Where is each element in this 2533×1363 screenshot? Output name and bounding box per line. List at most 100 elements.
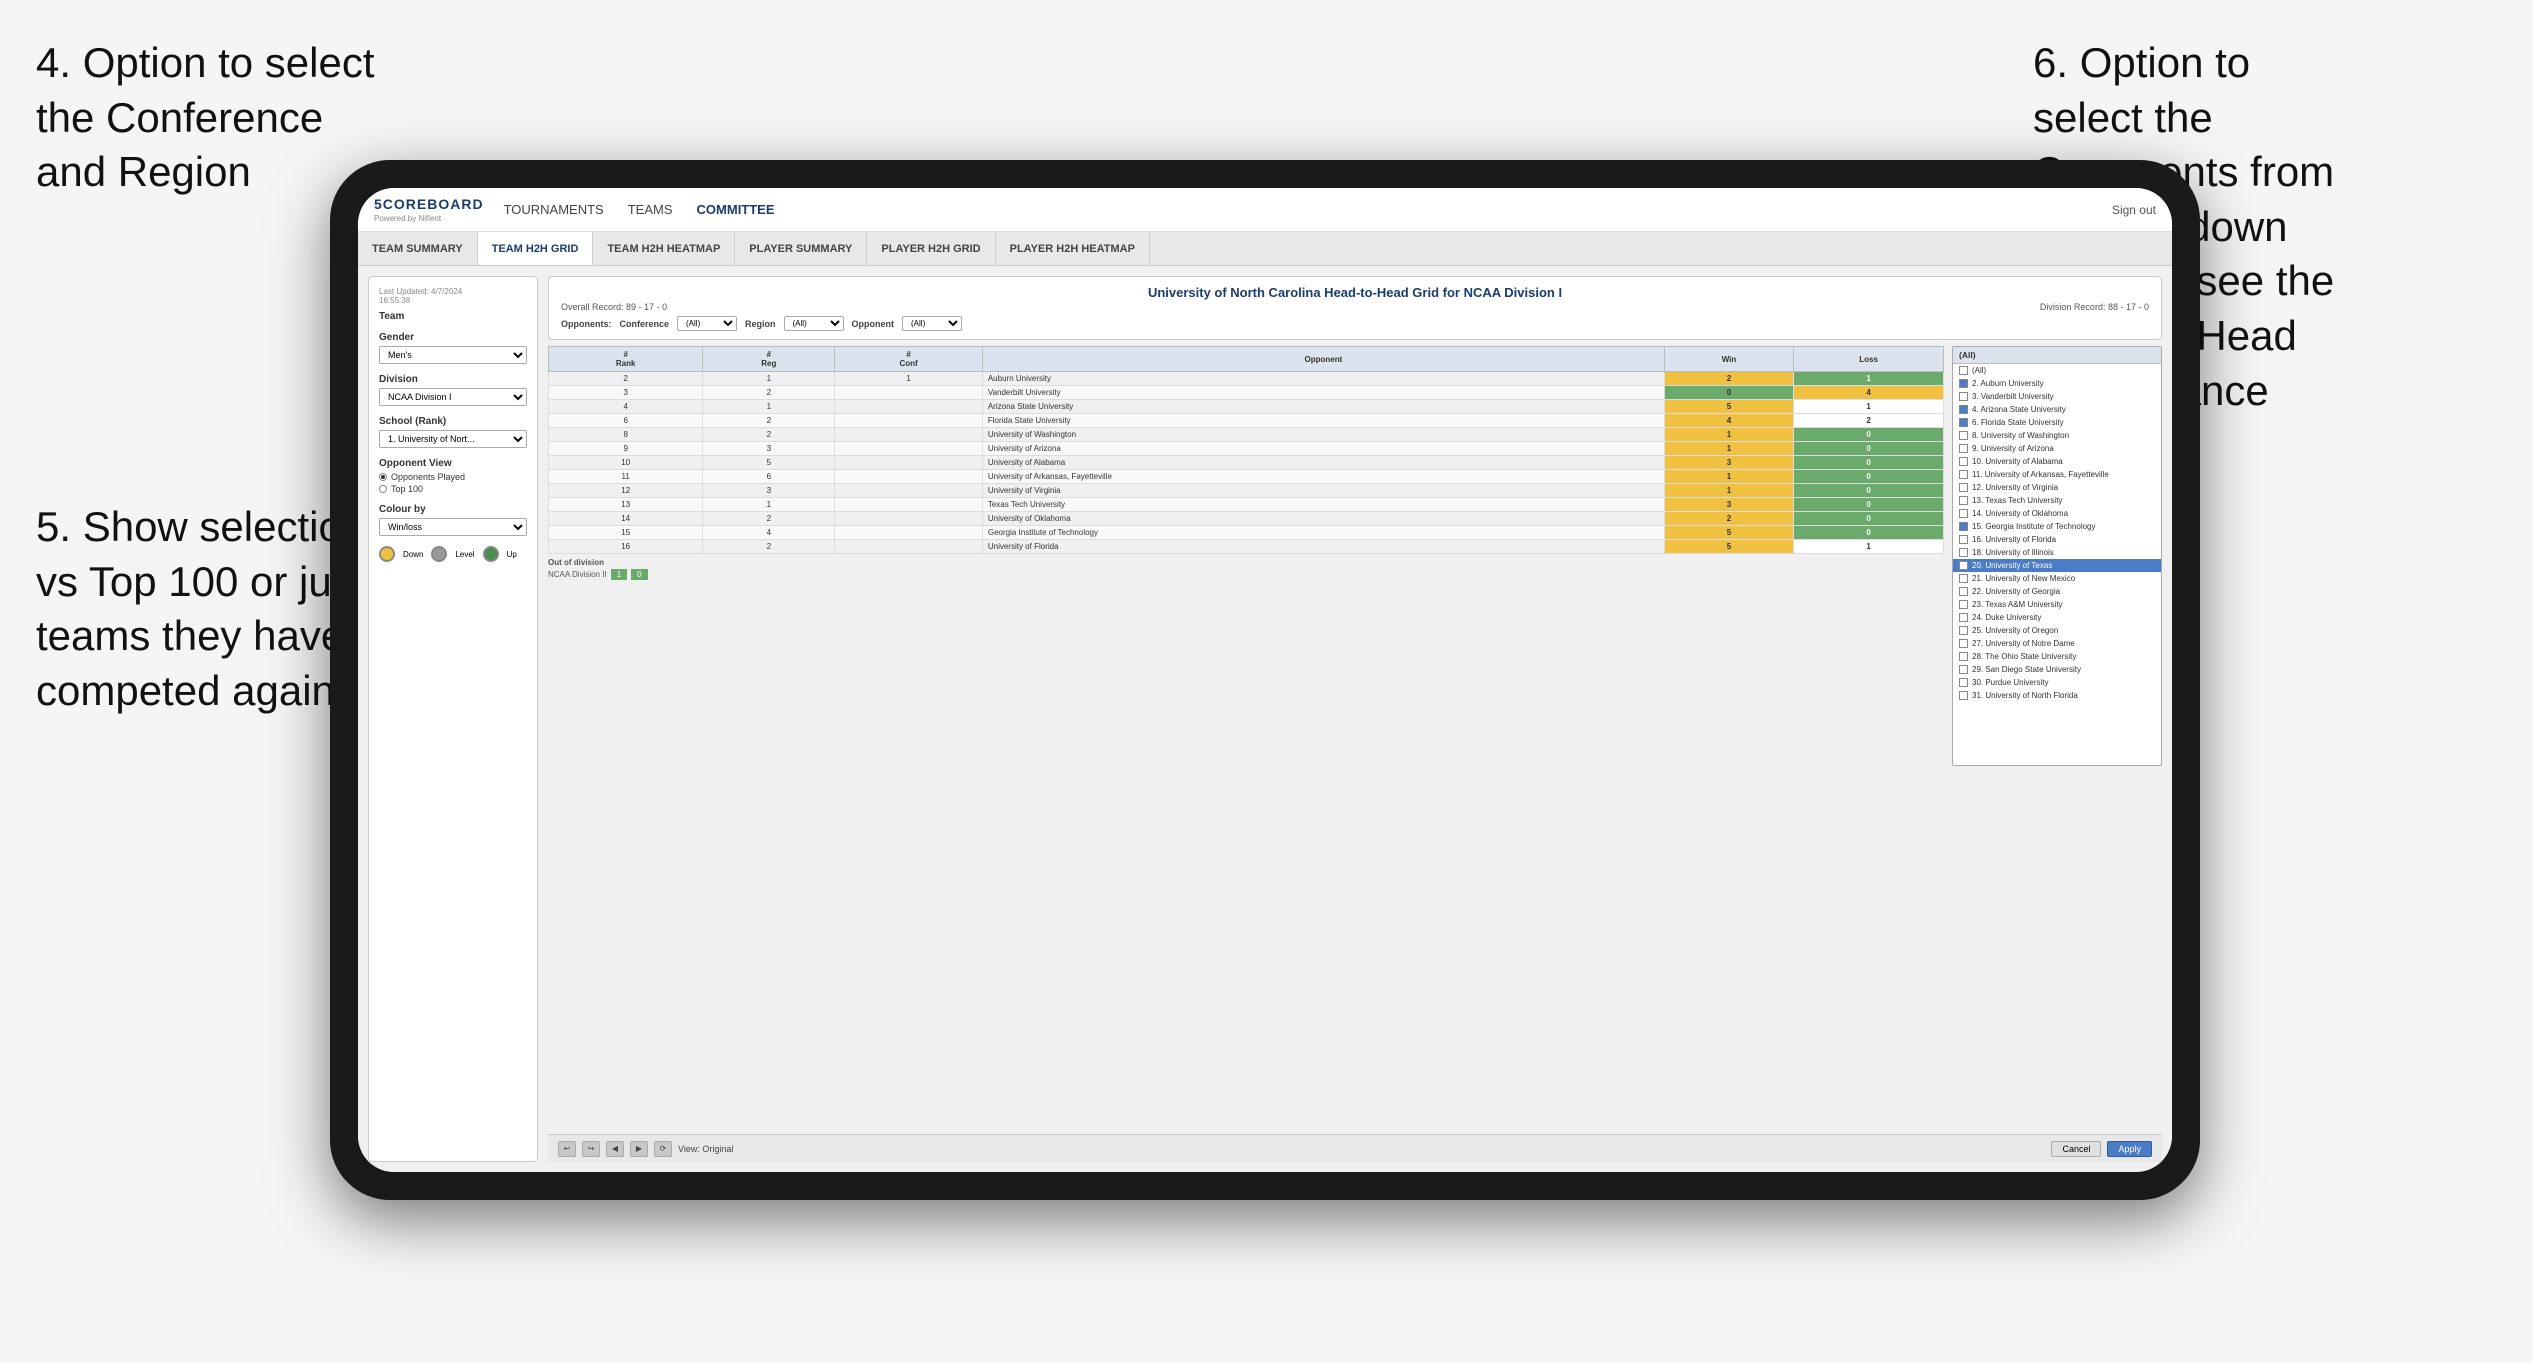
subnav-player-h2h-heatmap[interactable]: PLAYER H2H HEATMAP (996, 232, 1150, 265)
dropdown-item[interactable]: 31. University of North Florida (1953, 689, 2161, 702)
cell-rank: 8 (549, 428, 703, 442)
region-select[interactable]: (All) (784, 316, 844, 331)
forward-button[interactable]: ▶ (630, 1141, 648, 1157)
page-title: University of North Carolina Head-to-Hea… (561, 285, 2149, 300)
dropdown-item[interactable]: 27. University of Notre Dame (1953, 637, 2161, 650)
cell-conf (835, 386, 983, 400)
nav-links: TOURNAMENTS TEAMS COMMITTEE (504, 198, 775, 221)
cell-loss: 0 (1794, 442, 1944, 456)
dropdown-item[interactable]: 3. Vanderbilt University (1953, 390, 2161, 403)
out-of-div-label: Out of division (548, 558, 1944, 567)
cell-reg: 6 (703, 470, 835, 484)
cell-rank: 12 (549, 484, 703, 498)
nav-signout[interactable]: Sign out (2112, 203, 2156, 217)
subnav-player-h2h-grid[interactable]: PLAYER H2H GRID (867, 232, 995, 265)
dropdown-item[interactable]: (All) (1953, 364, 2161, 377)
out-of-div-loss: 0 (631, 569, 647, 580)
radio-top100[interactable]: Top 100 (379, 484, 527, 494)
tablet-frame: 5COREBOARD Powered by Nifient TOURNAMENT… (330, 160, 2200, 1200)
dropdown-checkbox (1959, 626, 1968, 635)
cell-loss: 0 (1794, 498, 1944, 512)
dropdown-item[interactable]: 11. University of Arkansas, Fayetteville (1953, 468, 2161, 481)
dropdown-item[interactable]: 25. University of Oregon (1953, 624, 2161, 637)
dropdown-checkbox (1959, 639, 1968, 648)
dropdown-item[interactable]: 23. Texas A&M University (1953, 598, 2161, 611)
dropdown-item[interactable]: 2. Auburn University (1953, 377, 2161, 390)
dropdown-item[interactable]: 28. The Ohio State University (1953, 650, 2161, 663)
dropdown-item[interactable]: 10. University of Alabama (1953, 455, 2161, 468)
dropdown-list: (All) 2. Auburn University 3. Vanderbilt U… (1953, 364, 2161, 702)
school-select[interactable]: 1. University of Nort... (379, 430, 527, 448)
dropdown-item[interactable]: 18. University of Illinois (1953, 546, 2161, 559)
gender-select[interactable]: Men's (379, 346, 527, 364)
cell-rank: 3 (549, 386, 703, 400)
cell-loss: 0 (1794, 470, 1944, 484)
table-row: 12 3 University of Virginia 1 0 (549, 484, 1944, 498)
table-row: 9 3 University of Arizona 1 0 (549, 442, 1944, 456)
dropdown-item-label: 27. University of Notre Dame (1972, 639, 2075, 648)
dropdown-item[interactable]: 15. Georgia Institute of Technology (1953, 520, 2161, 533)
colour-by-select[interactable]: Win/loss (379, 518, 527, 536)
redo-button[interactable]: ↪ (582, 1141, 600, 1157)
legend-up-label: Up (507, 550, 517, 559)
radio-opponents-played[interactable]: Opponents Played (379, 472, 527, 482)
refresh-button[interactable]: ⟳ (654, 1141, 672, 1157)
table-row: 11 6 University of Arkansas, Fayettevill… (549, 470, 1944, 484)
dropdown-item-label: 2. Auburn University (1972, 379, 2044, 388)
division-select[interactable]: NCAA Division I (379, 388, 527, 406)
subnav-player-summary[interactable]: PLAYER SUMMARY (735, 232, 867, 265)
cancel-button[interactable]: Cancel (2051, 1141, 2101, 1157)
out-of-div-row: NCAA Division II 1 0 (548, 569, 1944, 580)
dropdown-item[interactable]: 30. Purdue University (1953, 676, 2161, 689)
dropdown-item[interactable]: 8. University of Washington (1953, 429, 2161, 442)
nav-tournaments[interactable]: TOURNAMENTS (504, 198, 604, 221)
cell-conf (835, 526, 983, 540)
out-of-div-sublabel: NCAA Division II (548, 570, 607, 579)
cell-reg: 5 (703, 456, 835, 470)
title-area: University of North Carolina Head-to-Hea… (548, 276, 2162, 340)
opponent-view-section: Opponent View Opponents Played Top 100 (379, 458, 527, 494)
dropdown-item[interactable]: 20. University of Texas (1953, 559, 2161, 572)
dropdown-item[interactable]: 14. University of Oklahoma (1953, 507, 2161, 520)
dropdown-item[interactable]: 13. Texas Tech University (1953, 494, 2161, 507)
dropdown-item[interactable]: 22. University of Georgia (1953, 585, 2161, 598)
dropdown-checkbox (1959, 574, 1968, 583)
dropdown-item[interactable]: 21. University of New Mexico (1953, 572, 2161, 585)
apply-button[interactable]: Apply (2107, 1141, 2152, 1157)
back-button[interactable]: ◀ (606, 1141, 624, 1157)
legend-down (379, 546, 395, 562)
conference-select[interactable]: (All) (677, 316, 737, 331)
cell-opponent: University of Oklahoma (982, 512, 1664, 526)
legend-down-label: Down (403, 550, 423, 559)
dropdown-checkbox (1959, 522, 1968, 531)
dropdown-item[interactable]: 24. Duke University (1953, 611, 2161, 624)
nav-teams[interactable]: TEAMS (628, 198, 673, 221)
undo-button[interactable]: ↩ (558, 1141, 576, 1157)
table-row: 3 2 Vanderbilt University 0 4 (549, 386, 1944, 400)
dropdown-item[interactable]: 16. University of Florida (1953, 533, 2161, 546)
radio-label-opponents-played: Opponents Played (391, 472, 465, 482)
cell-rank: 9 (549, 442, 703, 456)
opponent-dropdown-panel[interactable]: (All) (All) 2. Auburn University 3. Vander… (1952, 346, 2162, 766)
subnav-team-h2h-heatmap[interactable]: TEAM H2H HEATMAP (593, 232, 735, 265)
dropdown-item[interactable]: 9. University of Arizona (1953, 442, 2161, 455)
subnav-team-h2h-grid[interactable]: TEAM H2H GRID (478, 232, 594, 265)
dropdown-item-label: 14. University of Oklahoma (1972, 509, 2068, 518)
cell-reg: 1 (703, 372, 835, 386)
cell-loss: 0 (1794, 526, 1944, 540)
logo-sub: Powered by Nifient (374, 214, 484, 223)
table-row: 16 2 University of Florida 5 1 (549, 540, 1944, 554)
cell-opponent: Arizona State University (982, 400, 1664, 414)
cell-win: 1 (1664, 428, 1793, 442)
dropdown-item[interactable]: 29. San Diego State University (1953, 663, 2161, 676)
subnav-team-summary[interactable]: TEAM SUMMARY (358, 232, 478, 265)
cell-conf (835, 498, 983, 512)
dropdown-item[interactable]: 12. University of Virginia (1953, 481, 2161, 494)
radio-dot-opponents-played (379, 473, 387, 481)
dropdown-item[interactable]: 6. Florida State University (1953, 416, 2161, 429)
opponent-select[interactable]: (All) (902, 316, 962, 331)
nav-committee[interactable]: COMMITTEE (697, 198, 775, 221)
cell-loss: 0 (1794, 512, 1944, 526)
dropdown-item[interactable]: 4. Arizona State University (1953, 403, 2161, 416)
dropdown-checkbox (1959, 431, 1968, 440)
